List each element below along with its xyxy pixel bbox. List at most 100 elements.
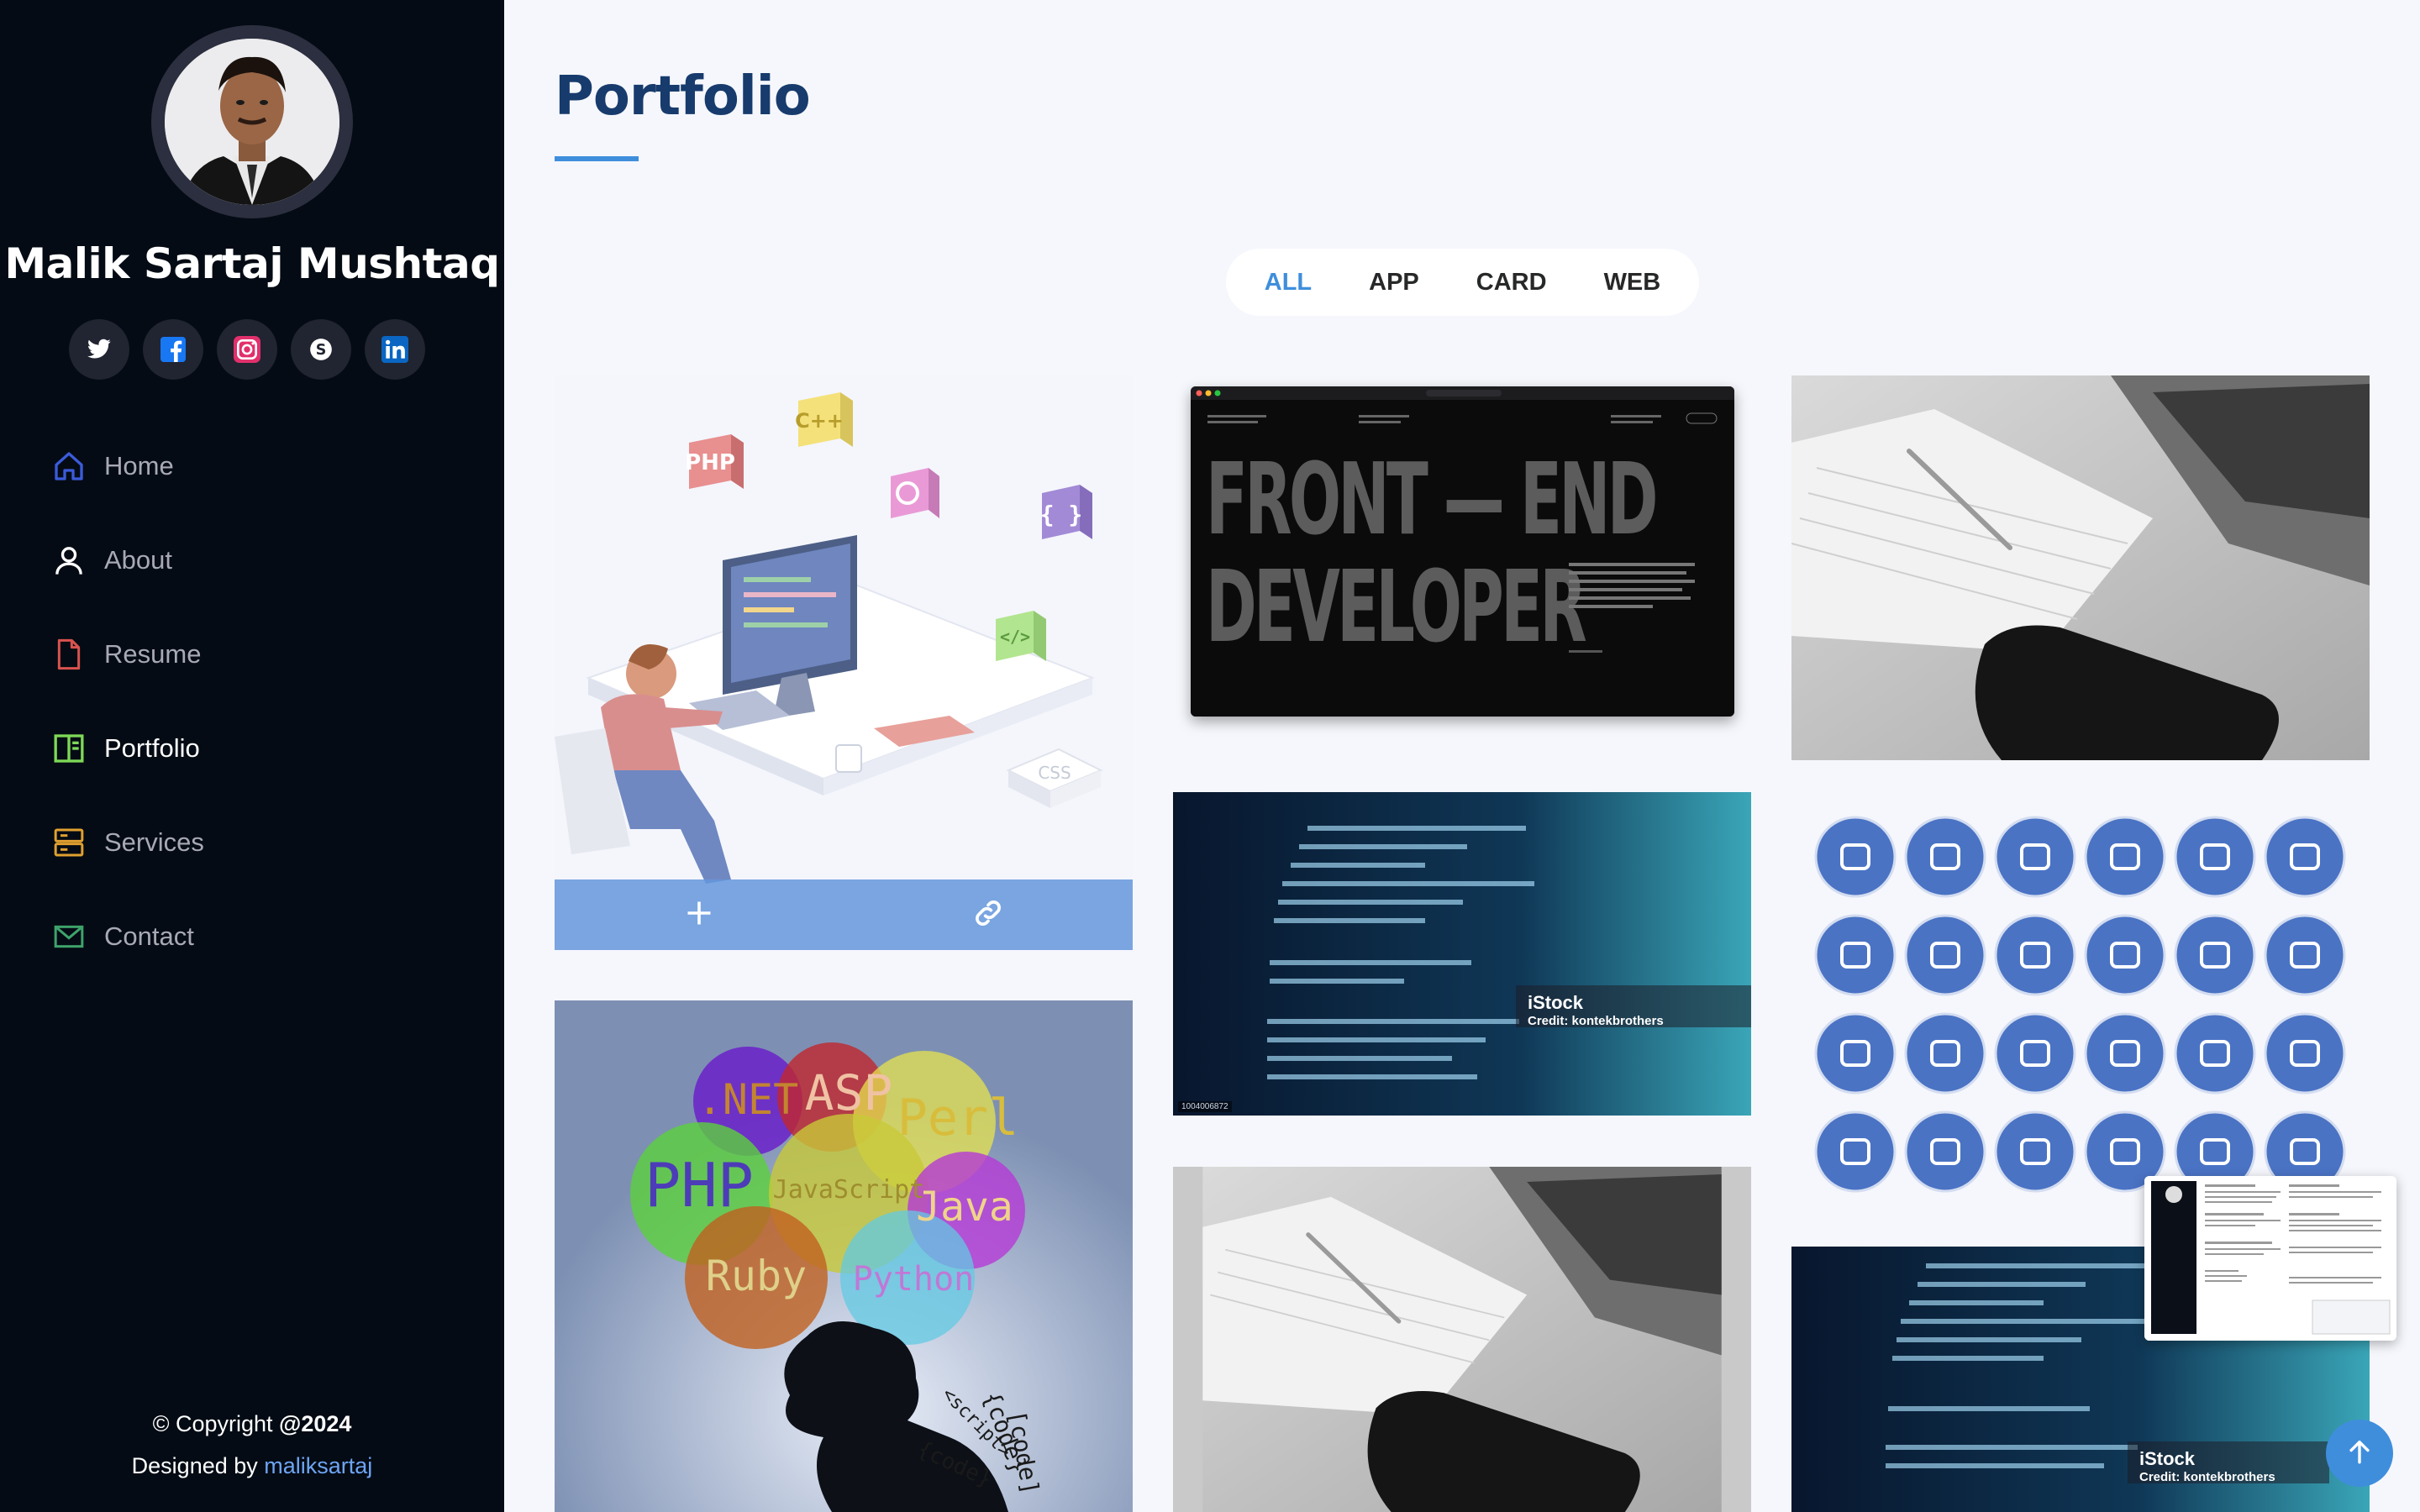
portfolio-item-icon-set[interactable]: [1791, 806, 2370, 1201]
preview-thumbnail[interactable]: [2144, 1176, 2396, 1341]
page-title: Portfolio: [555, 66, 811, 128]
svg-text:PHP: PHP: [644, 1150, 754, 1221]
globe-icon: [1814, 1012, 1897, 1095]
back-to-top-button[interactable]: [2326, 1420, 2393, 1487]
nav-item-resume[interactable]: Resume: [50, 625, 454, 684]
road-icon: [1994, 914, 2076, 996]
folder-icon: [1814, 816, 1897, 898]
svg-text:Ruby: Ruby: [706, 1252, 807, 1300]
frontend-line-1: FRONT — END: [1206, 441, 1658, 557]
skype-icon: S: [309, 338, 333, 361]
skype-link[interactable]: S: [291, 319, 351, 380]
stock-id: 1004006872: [1178, 1101, 1232, 1112]
server-icon: [50, 824, 87, 861]
istock-brand: iStock: [2139, 1448, 2196, 1469]
nav-item-contact[interactable]: Contact: [50, 907, 454, 966]
plus-icon: [684, 898, 714, 932]
check-icon: [1904, 914, 1986, 996]
envelope-icon: [50, 918, 87, 955]
nav-item-portfolio[interactable]: Portfolio: [50, 719, 454, 778]
nav-item-services[interactable]: Services: [50, 813, 454, 872]
portfolio-item-laptop-desk-2[interactable]: [1173, 1167, 1751, 1512]
search-icon: [2084, 914, 2166, 996]
designed-prefix: Designed by: [131, 1453, 265, 1478]
title-underline: [555, 156, 639, 161]
svg-text:CSS: CSS: [1038, 763, 1071, 783]
twitter-icon: [87, 339, 112, 360]
istock-watermark: iStock Credit: kontekbrothers: [1516, 985, 1751, 1028]
filter-web[interactable]: WEB: [1576, 269, 1690, 297]
file-icon: [50, 636, 87, 673]
istock-credit: Credit: kontekbrothers: [1528, 1014, 1664, 1028]
linkedin-link[interactable]: [365, 319, 425, 380]
portfolio-item-developer[interactable]: PHP C++ { } </> CSS: [555, 375, 1133, 950]
avatar-frame: [151, 25, 353, 218]
key-icon: [1994, 1012, 2076, 1095]
facebook-icon: [160, 337, 186, 362]
designer-link[interactable]: maliksartaj: [264, 1453, 372, 1478]
gear-icon: [1994, 816, 2076, 898]
chat-icon: [2264, 1012, 2346, 1095]
svg-text:S: S: [316, 342, 327, 359]
link-icon: [971, 896, 1005, 934]
nav-label: Services: [104, 827, 204, 857]
doc-icon: [2084, 1012, 2166, 1095]
facebook-link[interactable]: [143, 319, 203, 380]
filter-app[interactable]: APP: [1340, 269, 1448, 297]
copyright-text: © Copyright @2024: [0, 1411, 504, 1437]
svg-text:</>: </>: [1000, 627, 1030, 647]
nav-label: Resume: [104, 639, 202, 669]
svg-text:C++: C++: [795, 409, 844, 433]
portfolio-filters: ALL APP CARD WEB: [1226, 249, 1699, 316]
avatar: [165, 39, 339, 205]
istock-brand: iStock: [1528, 992, 1584, 1013]
pin-icon: [1904, 1012, 1986, 1095]
item-overlay: [555, 879, 1133, 950]
istock-watermark: iStock Credit: kontekbrothers: [2128, 1441, 2329, 1484]
arrow-up-icon: [2345, 1437, 2374, 1470]
details-link-button[interactable]: [844, 879, 1133, 950]
svg-text:.NET: .NET: [697, 1075, 798, 1124]
filter-all[interactable]: ALL: [1236, 269, 1340, 297]
portfolio-item-code-screen[interactable]: iStock Credit: kontekbrothers 1004006872: [1173, 792, 1751, 1116]
instagram-icon: [234, 336, 260, 363]
nav-label: Portfolio: [104, 733, 200, 763]
owner-name: Malik Sartaj Mushtaq: [4, 239, 500, 288]
zoom-button[interactable]: [555, 879, 844, 950]
book-half-icon: [50, 730, 87, 767]
music-icon: [2174, 914, 2256, 996]
nav-item-about[interactable]: About: [50, 531, 454, 590]
instagram-link[interactable]: [217, 319, 277, 380]
svg-text:Java: Java: [916, 1184, 1013, 1231]
svg-text:Python: Python: [853, 1260, 975, 1299]
nav-label: Contact: [104, 921, 194, 951]
svg-text:PHP: PHP: [685, 450, 735, 475]
users-icon: [2264, 816, 2346, 898]
mail-icon: [2264, 914, 2346, 996]
portfolio-item-languages[interactable]: .NET ASP Perl PHP JavaScript Java Ruby P…: [555, 1000, 1133, 1512]
portfolio-item-frontend-site[interactable]: FRONT — END DEVELOPER: [1191, 386, 1734, 717]
phone-icon: [2174, 816, 2256, 898]
svg-text:Perl: Perl: [897, 1089, 1019, 1147]
nav-item-home[interactable]: Home: [50, 437, 454, 496]
sidebar: Malik Sartaj Mushtaq S Home About Resume…: [0, 0, 504, 1512]
sun-icon: [1994, 1110, 2076, 1193]
twitter-link[interactable]: [69, 319, 129, 380]
cloud-icon: [1814, 914, 1897, 996]
home-icon: [50, 448, 87, 485]
portfolio-item-laptop-desk[interactable]: [1791, 375, 2370, 760]
shield-icon: [1904, 816, 1986, 898]
house-icon: [1904, 1110, 1986, 1193]
person-icon: [50, 542, 87, 579]
svg-text:JavaScript: JavaScript: [773, 1175, 925, 1205]
devices-icon: [1814, 1110, 1897, 1193]
php-cube-icon: PHP: [685, 434, 744, 489]
linkedin-icon: [381, 336, 408, 363]
nav-label: Home: [104, 451, 174, 480]
svg-text:ASP: ASP: [805, 1064, 893, 1121]
monitor-icon: [2174, 1012, 2256, 1095]
designed-by: Designed by maliksartaj: [0, 1453, 504, 1479]
filter-card[interactable]: CARD: [1448, 269, 1576, 297]
istock-credit: Credit: kontekbrothers: [2139, 1470, 2275, 1484]
nav-label: About: [104, 545, 173, 575]
